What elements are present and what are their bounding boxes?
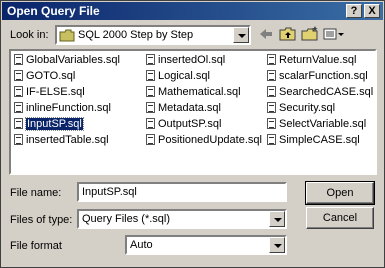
file-name-value: InputSP.sql <box>82 186 137 198</box>
files-of-type-label: Files of type: <box>10 214 73 226</box>
file-item-label: GOTO.sql <box>26 70 76 82</box>
title-bar[interactable]: Open Query File ? X <box>2 2 383 20</box>
open-button[interactable]: Open <box>305 181 375 205</box>
back-button[interactable] <box>256 25 276 43</box>
sql-file-icon <box>146 118 155 129</box>
file-item[interactable]: IF-ELSE.sql <box>14 85 85 99</box>
new-folder-icon <box>300 26 320 46</box>
sql-file-icon <box>14 86 23 97</box>
file-item-label: ReturnValue.sql <box>279 54 357 66</box>
file-item-label: Security.sql <box>279 102 336 114</box>
file-format-dropdown-button[interactable] <box>269 237 285 253</box>
file-item-label: OutputSP.sql <box>158 118 222 130</box>
sql-file-icon <box>267 54 276 65</box>
file-item[interactable]: Metadata.sql <box>146 101 221 115</box>
file-item-label: PositionedUpdate.sql <box>158 134 262 146</box>
file-format-value: Auto <box>130 239 153 251</box>
file-item[interactable]: PositionedUpdate.sql <box>146 133 262 147</box>
file-item-label: Metadata.sql <box>158 102 221 114</box>
file-item-selected[interactable]: InputSP.sql <box>14 117 84 131</box>
up-one-level-button[interactable] <box>278 25 298 43</box>
file-item-label: Mathematical.sql <box>158 86 241 98</box>
file-item-label: inlineFunction.sql <box>26 102 111 114</box>
sql-file-icon <box>146 102 155 113</box>
file-item-label: InputSP.sql <box>25 117 84 131</box>
look-in-value: SQL 2000 Step by Step <box>78 29 194 41</box>
window-title: Open Query File <box>7 4 100 18</box>
file-name-input[interactable]: InputSP.sql <box>77 182 287 202</box>
file-item[interactable]: insertedTable.sql <box>14 133 109 147</box>
sql-file-icon <box>14 54 23 65</box>
folder-icon <box>59 29 75 45</box>
sql-file-icon <box>14 102 23 113</box>
back-arrow-icon <box>256 29 276 46</box>
file-item[interactable]: ReturnValue.sql <box>267 53 356 67</box>
files-of-type-value: Query Files (*.sql) <box>82 213 171 225</box>
file-item[interactable]: Mathematical.sql <box>146 85 241 99</box>
look-in-dropdown-button[interactable] <box>233 27 249 43</box>
sql-file-icon <box>267 70 276 81</box>
file-format-label: File format <box>10 240 62 252</box>
sql-file-icon <box>14 70 23 81</box>
close-button[interactable]: X <box>364 4 380 18</box>
file-item-label: SearchedCASE.sql <box>279 86 374 98</box>
files-of-type-dropdown-button[interactable] <box>269 211 285 227</box>
file-item-label: SimpleCASE.sql <box>279 134 360 146</box>
look-in-combo[interactable]: SQL 2000 Step by Step <box>55 25 251 45</box>
file-item-label: IF-ELSE.sql <box>26 86 85 98</box>
file-item[interactable]: SimpleCASE.sql <box>267 133 360 147</box>
file-item[interactable]: SelectVariable.sql <box>267 117 366 131</box>
file-item-label: Logical.sql <box>158 70 210 82</box>
sql-file-icon <box>146 70 155 81</box>
file-item[interactable]: Security.sql <box>267 101 335 115</box>
view-menu-button[interactable] <box>322 25 346 43</box>
sql-file-icon <box>267 86 276 97</box>
open-query-file-dialog: Open Query File ? X Look in: SQL 2000 St… <box>0 0 385 268</box>
file-item-label: GlobalVariables.sql <box>26 54 120 66</box>
file-item[interactable]: OutputSP.sql <box>146 117 221 131</box>
file-item-label: insertedTable.sql <box>26 134 109 146</box>
file-item[interactable]: inlineFunction.sql <box>14 101 111 115</box>
file-item-label: SelectVariable.sql <box>279 118 367 130</box>
cancel-button[interactable]: Cancel <box>306 207 374 229</box>
file-item[interactable]: GlobalVariables.sql <box>14 53 120 67</box>
file-item-label: insertedOl.sql <box>158 54 226 66</box>
sql-file-icon <box>14 134 23 145</box>
file-item[interactable]: insertedOl.sql <box>146 53 225 67</box>
file-item[interactable]: SearchedCASE.sql <box>267 85 373 99</box>
files-of-type-combo[interactable]: Query Files (*.sql) <box>77 209 287 229</box>
sql-file-icon <box>14 118 23 129</box>
sql-file-icon <box>267 134 276 145</box>
sql-file-icon <box>146 86 155 97</box>
file-item[interactable]: GOTO.sql <box>14 69 75 83</box>
help-button[interactable]: ? <box>346 4 362 18</box>
sql-file-icon <box>267 118 276 129</box>
view-menu-icon <box>322 28 346 46</box>
file-name-label: File name: <box>10 187 62 199</box>
file-item[interactable]: scalarFunction.sql <box>267 69 368 83</box>
sql-file-icon <box>146 54 155 65</box>
create-new-folder-button[interactable] <box>300 25 320 43</box>
file-item[interactable]: Logical.sql <box>146 69 210 83</box>
file-list[interactable]: GlobalVariables.sql GOTO.sql IF-ELSE.sql… <box>9 49 377 175</box>
up-folder-icon <box>278 27 298 46</box>
file-item-label: scalarFunction.sql <box>279 70 368 82</box>
sql-file-icon <box>146 134 155 145</box>
sql-file-icon <box>267 102 276 113</box>
file-format-combo[interactable]: Auto <box>125 235 287 255</box>
look-in-label: Look in: <box>10 29 49 41</box>
